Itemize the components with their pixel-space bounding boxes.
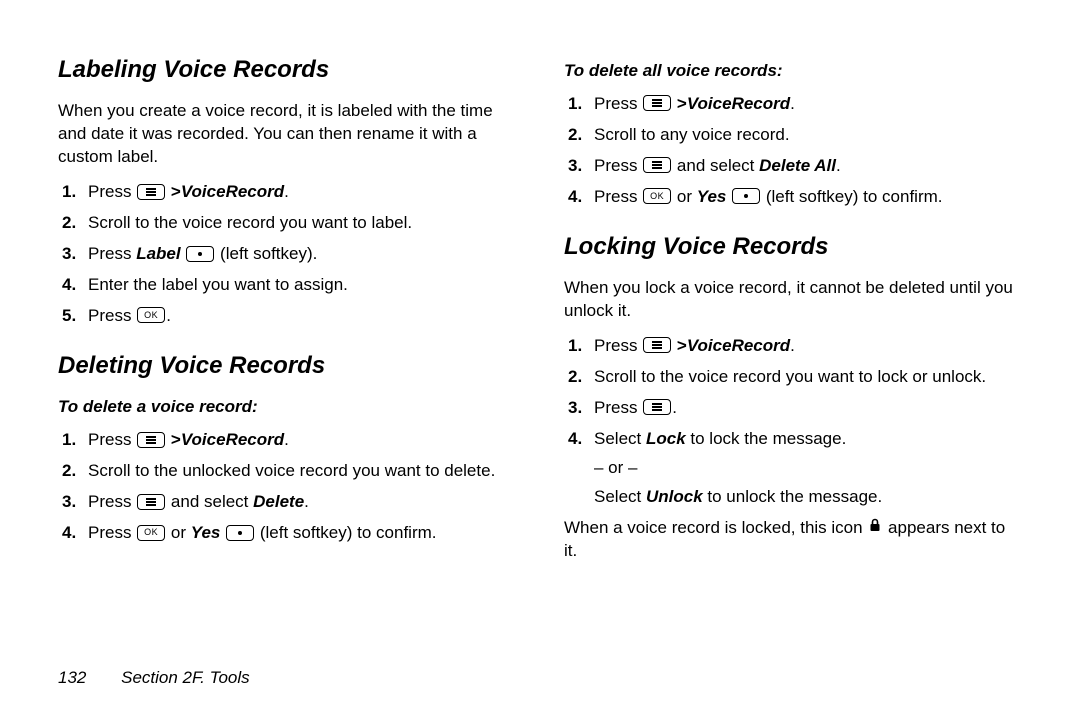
- ok-key-icon: OK: [137, 525, 165, 541]
- subheading-delete-all: To delete all voice records:: [564, 60, 1022, 83]
- step-text: Unlock: [646, 487, 703, 506]
- softkey-icon: [226, 525, 254, 541]
- step-text: .: [166, 306, 171, 325]
- step-text: Press: [88, 430, 136, 449]
- step-text: Yes: [191, 523, 221, 542]
- step-text: Select: [594, 429, 646, 448]
- right-column: To delete all voice records: Press >Voic…: [564, 54, 1022, 631]
- list-item: Press OK or Yes (left softkey) to confir…: [86, 522, 516, 545]
- step-text: Lock: [646, 429, 686, 448]
- unlock-alt: Select Unlock to unlock the message.: [594, 486, 1022, 509]
- menu-key-icon: [643, 95, 671, 111]
- list-item: Scroll to any voice record.: [592, 124, 1022, 147]
- step-text: Press: [88, 306, 136, 325]
- step-text: Press: [594, 336, 642, 355]
- column-container: Labeling Voice Records When you create a…: [58, 54, 1022, 631]
- step-text: VoiceRecord: [181, 430, 284, 449]
- list-item: Press OK.: [86, 305, 516, 328]
- list-item: Press >VoiceRecord.: [86, 181, 516, 204]
- step-text: >: [166, 430, 181, 449]
- step-text: .: [284, 430, 289, 449]
- delete-one-steps: Press >VoiceRecord. Scroll to the unlock…: [58, 429, 516, 545]
- step-text: and select: [672, 156, 759, 175]
- step-text: Yes: [697, 187, 727, 206]
- step-text: .: [790, 94, 795, 113]
- list-item: Scroll to the unlocked voice record you …: [86, 460, 516, 483]
- heading-locking: Locking Voice Records: [564, 231, 1022, 263]
- step-text: Delete: [253, 492, 304, 511]
- list-item: Press and select Delete All.: [592, 155, 1022, 178]
- ok-key-icon: OK: [643, 188, 671, 204]
- step-text: (left softkey) to confirm.: [761, 187, 942, 206]
- step-text: or: [672, 187, 697, 206]
- list-item: Press Label (left softkey).: [86, 243, 516, 266]
- step-text: Press: [594, 187, 642, 206]
- list-item: Press and select Delete.: [86, 491, 516, 514]
- step-text: Press: [594, 156, 642, 175]
- step-text: VoiceRecord: [687, 94, 790, 113]
- step-text: or: [166, 523, 191, 542]
- menu-key-icon: [643, 337, 671, 353]
- list-item: Scroll to the voice record you want to l…: [86, 212, 516, 235]
- step-text: Press: [88, 523, 136, 542]
- labeling-intro: When you create a voice record, it is la…: [58, 100, 516, 169]
- list-item: Press >VoiceRecord.: [592, 335, 1022, 358]
- manual-page: Labeling Voice Records When you create a…: [0, 0, 1080, 720]
- step-text: Label: [136, 244, 180, 263]
- menu-key-icon: [643, 157, 671, 173]
- step-text: Press: [594, 398, 642, 417]
- step-text: >: [672, 336, 687, 355]
- step-text: .: [304, 492, 309, 511]
- step-text: .: [284, 182, 289, 201]
- note-text: When a voice record is locked, this icon: [564, 518, 867, 537]
- list-item: Press OK or Yes (left softkey) to confir…: [592, 186, 1022, 209]
- left-column: Labeling Voice Records When you create a…: [58, 54, 516, 631]
- step-text: .: [672, 398, 677, 417]
- menu-key-icon: [643, 399, 671, 415]
- softkey-icon: [186, 246, 214, 262]
- list-item: Press >VoiceRecord.: [86, 429, 516, 452]
- step-text: VoiceRecord: [181, 182, 284, 201]
- step-text: .: [836, 156, 841, 175]
- list-item: Select Lock to lock the message. – or – …: [592, 428, 1022, 509]
- list-item: Scroll to the voice record you want to l…: [592, 366, 1022, 389]
- step-text: Select: [594, 487, 646, 506]
- step-text: Press: [88, 182, 136, 201]
- step-text: to unlock the message.: [703, 487, 883, 506]
- labeling-steps: Press >VoiceRecord. Scroll to the voice …: [58, 181, 516, 328]
- locking-steps: Press >VoiceRecord. Scroll to the voice …: [564, 335, 1022, 509]
- heading-labeling: Labeling Voice Records: [58, 54, 516, 86]
- step-text: .: [790, 336, 795, 355]
- list-item: Press .: [592, 397, 1022, 420]
- step-text: Press: [88, 244, 136, 263]
- step-text: >: [672, 94, 687, 113]
- list-item: Press >VoiceRecord.: [592, 93, 1022, 116]
- step-text: and select: [166, 492, 253, 511]
- softkey-icon: [732, 188, 760, 204]
- page-number: 132: [58, 668, 86, 687]
- step-text: VoiceRecord: [687, 336, 790, 355]
- menu-key-icon: [137, 184, 165, 200]
- menu-key-icon: [137, 432, 165, 448]
- ok-key-icon: OK: [137, 307, 165, 323]
- subheading-delete-one: To delete a voice record:: [58, 396, 516, 419]
- locking-intro: When you lock a voice record, it cannot …: [564, 277, 1022, 323]
- step-text: Delete All: [759, 156, 836, 175]
- list-item: Enter the label you want to assign.: [86, 274, 516, 297]
- locking-note: When a voice record is locked, this icon…: [564, 517, 1022, 563]
- step-text: Press: [88, 492, 136, 511]
- page-footer: 132 Section 2F. Tools: [58, 651, 1022, 690]
- step-text: (left softkey).: [215, 244, 317, 263]
- lock-icon: [869, 516, 881, 539]
- heading-deleting: Deleting Voice Records: [58, 350, 516, 382]
- step-text: Press: [594, 94, 642, 113]
- menu-key-icon: [137, 494, 165, 510]
- delete-all-steps: Press >VoiceRecord. Scroll to any voice …: [564, 93, 1022, 209]
- step-text: to lock the message.: [686, 429, 847, 448]
- section-label: Section 2F. Tools: [121, 668, 250, 687]
- or-separator: – or –: [594, 457, 1022, 480]
- step-text: (left softkey) to confirm.: [255, 523, 436, 542]
- step-text: >: [166, 182, 181, 201]
